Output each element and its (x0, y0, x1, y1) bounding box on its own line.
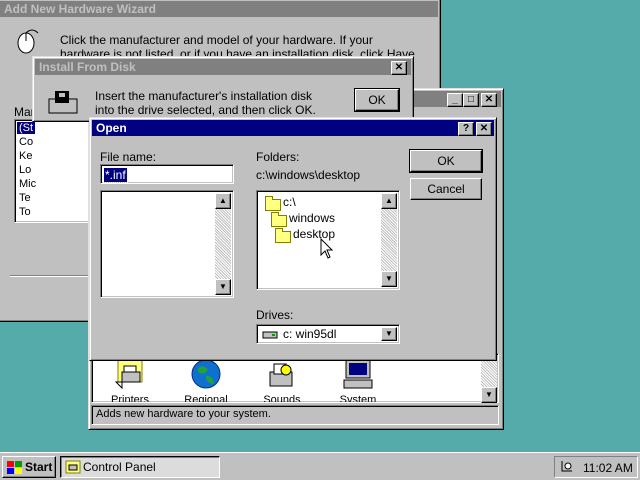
drive-value: c: win95dl (283, 327, 337, 341)
scroll-up-arrow-icon[interactable]: ▲ (215, 193, 231, 209)
list-item[interactable]: Te (19, 192, 31, 204)
list-item[interactable]: Ke (19, 150, 32, 162)
list-item[interactable]: To (19, 206, 31, 218)
desktop: { "wizard": { "title": "Add New Hardware… (0, 0, 640, 480)
file-list[interactable]: ▲ ▼ (100, 190, 234, 298)
taskbar-control-panel-button[interactable]: Control Panel (60, 456, 220, 478)
open-close-button[interactable]: ✕ (476, 122, 492, 136)
windows-logo-icon (7, 461, 22, 474)
scroll-down-arrow-icon[interactable]: ▼ (381, 271, 397, 287)
list-item[interactable]: Mic (19, 178, 36, 190)
open-dialog: Open ? ✕ File name: *.inf ▲ ▼ Folders: c… (89, 117, 497, 361)
printers-icon[interactable] (114, 358, 146, 390)
taskbar-task-label: Control Panel (83, 460, 156, 474)
open-dialog-title: Open (92, 120, 494, 136)
scroll-down-arrow-icon[interactable]: ▼ (481, 387, 497, 403)
system-label[interactable]: System (323, 394, 393, 402)
folder-open-icon (271, 212, 287, 227)
start-button[interactable]: Start (2, 456, 56, 478)
scroll-up-arrow-icon[interactable]: ▲ (381, 193, 397, 209)
control-panel-icon (65, 460, 81, 474)
folders-label: Folders: (256, 150, 300, 164)
list-item[interactable]: Lo (19, 164, 31, 176)
folder-item-c[interactable]: c:\ (283, 195, 296, 209)
wizard-title: Add New Hardware Wizard (0, 1, 438, 17)
system-tray: 11:02 AM (554, 456, 638, 478)
current-path: c:\windows\desktop (256, 168, 361, 182)
minimize-button[interactable]: _ (447, 93, 463, 107)
file-name-value: *.inf (103, 167, 128, 183)
drives-label: Drives: (256, 308, 294, 322)
file-list-scrollbar[interactable]: ▲ ▼ (215, 193, 231, 295)
folder-open-icon (265, 196, 281, 211)
folder-item-windows[interactable]: windows (289, 211, 335, 225)
file-name-label: File name: (100, 150, 157, 164)
scroll-down-arrow-icon[interactable]: ▼ (215, 279, 231, 295)
install-from-disk-window: Install From Disk ✕ Insert the manufactu… (32, 56, 414, 122)
open-ok-button[interactable]: OK (409, 149, 483, 173)
close-button[interactable]: ✕ (481, 93, 497, 107)
dropdown-arrow-icon[interactable]: ▼ (381, 327, 397, 341)
manufacturers-list[interactable]: (St Co Ke Lo Mic Te To (14, 119, 94, 223)
install-close-button[interactable]: ✕ (391, 61, 407, 75)
drives-select[interactable]: c: win95dl ▼ (256, 324, 400, 344)
status-bar: Adds new hardware to your system. (91, 405, 499, 425)
folder-open-icon (275, 228, 291, 243)
status-text: Adds new hardware to your system. (96, 408, 271, 420)
wizard-divider (10, 275, 100, 277)
install-from-disk-title: Install From Disk (35, 59, 411, 75)
printers-label[interactable]: Printers (95, 394, 165, 402)
regional-label[interactable]: Regional (171, 394, 241, 402)
clock: 11:02 AM (583, 461, 633, 475)
maximize-button[interactable]: □ (463, 93, 479, 107)
list-item[interactable]: (St (17, 122, 36, 134)
start-label: Start (25, 460, 53, 474)
mouse-cursor-icon (320, 238, 334, 259)
taskbar: Start Control Panel 11:02 AM (0, 452, 640, 480)
disk-drive-icon (48, 91, 78, 114)
hard-drive-icon (262, 331, 278, 339)
cancel-button[interactable]: Cancel (410, 178, 482, 200)
help-button[interactable]: ? (458, 122, 474, 136)
file-name-input[interactable]: *.inf (100, 164, 234, 184)
sounds-icon[interactable] (266, 358, 298, 390)
system-icon[interactable] (342, 358, 374, 390)
list-item[interactable]: Co (19, 136, 33, 148)
regional-icon[interactable] (190, 358, 222, 390)
folder-tree-scrollbar[interactable]: ▲ ▼ (381, 193, 397, 287)
sounds-label[interactable]: Sounds (247, 394, 317, 402)
install-instructions: Insert the manufacturer's installation d… (95, 89, 316, 117)
hardware-icon (14, 29, 40, 55)
tray-icon[interactable] (559, 460, 575, 474)
install-ok-button[interactable]: OK (354, 88, 400, 112)
